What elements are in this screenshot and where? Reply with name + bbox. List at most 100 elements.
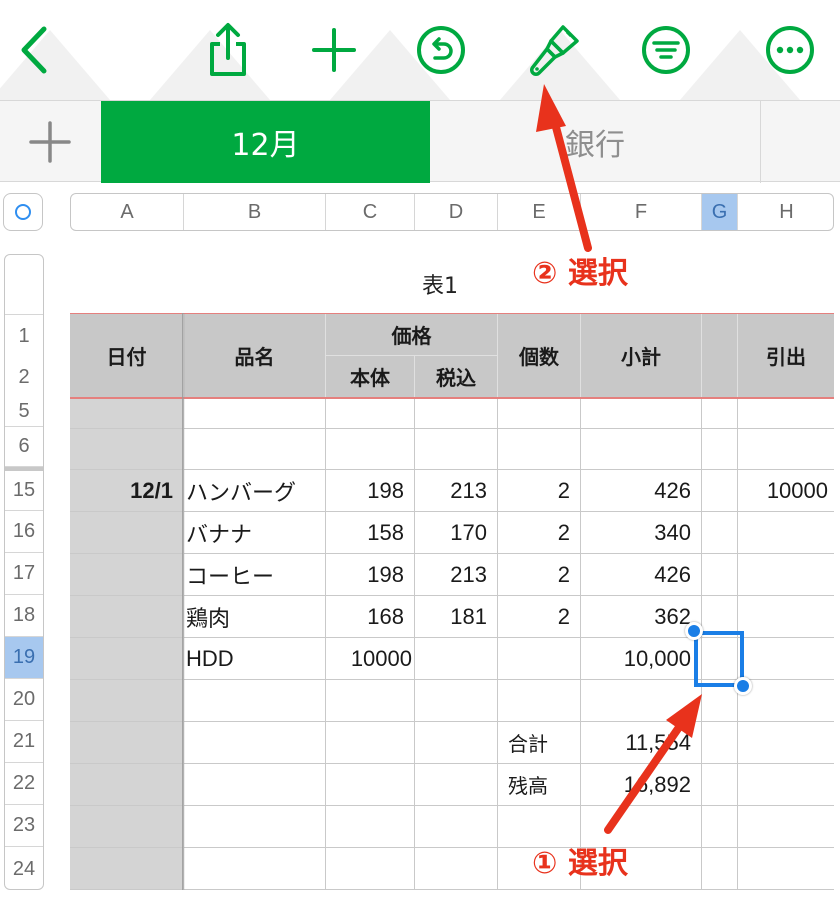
table-cell[interactable] (738, 429, 834, 470)
header-withdraw[interactable]: 引出 (738, 314, 834, 398)
table-cell[interactable] (326, 806, 415, 848)
cell-item[interactable]: バナナ (184, 512, 326, 554)
cell-date[interactable] (70, 638, 184, 680)
table-cell[interactable] (415, 806, 498, 848)
header-base[interactable]: 本体 (326, 356, 415, 398)
cell-qty[interactable]: 2 (498, 470, 581, 512)
table-cell[interactable] (326, 399, 415, 429)
cell-date[interactable] (70, 554, 184, 596)
table-cell[interactable] (415, 722, 498, 764)
column-header-c[interactable]: C (326, 194, 415, 230)
table-cell[interactable] (184, 722, 326, 764)
table-cell[interactable] (498, 680, 581, 722)
table-cell[interactable] (702, 806, 738, 848)
table-cell[interactable] (70, 764, 184, 806)
cell-taxin[interactable]: 181 (415, 596, 498, 638)
table-cell[interactable] (415, 680, 498, 722)
row-header-20[interactable]: 20 (5, 679, 43, 721)
table-cell[interactable] (326, 680, 415, 722)
table-cell[interactable] (70, 848, 184, 890)
cell-withdraw[interactable] (738, 554, 834, 596)
cell-balance-label[interactable]: 残高 (498, 764, 581, 806)
table-cell[interactable] (738, 764, 834, 806)
header-qty[interactable]: 個数 (498, 314, 581, 398)
cell-item[interactable]: HDD (184, 638, 326, 680)
tab-銀行[interactable]: 銀行 (430, 101, 760, 183)
cell-subtotal[interactable]: 10,000 (581, 638, 702, 680)
share-button[interactable] (200, 22, 256, 78)
table-cell[interactable] (184, 764, 326, 806)
row-header-21[interactable]: 21 (5, 721, 43, 763)
undo-button[interactable] (413, 22, 469, 78)
cell-base[interactable]: 198 (326, 470, 415, 512)
cell-taxin[interactable]: 213 (415, 554, 498, 596)
cell-total-value[interactable]: 11,554 (581, 722, 702, 764)
column-header-f[interactable]: F (581, 194, 702, 230)
table-cell[interactable] (702, 429, 738, 470)
cell-withdraw[interactable] (738, 596, 834, 638)
row-header-6[interactable]: 6 (5, 427, 43, 467)
table-cell[interactable] (326, 722, 415, 764)
table-cell[interactable] (70, 399, 184, 429)
table-cell[interactable] (702, 470, 738, 512)
cell-base[interactable]: 198 (326, 554, 415, 596)
row-header-2[interactable]: 2 (5, 357, 43, 397)
table-cell[interactable] (702, 764, 738, 806)
cell-taxin[interactable] (415, 638, 498, 680)
column-header-e[interactable]: E (498, 194, 581, 230)
more-button[interactable] (762, 22, 818, 78)
cell-taxin[interactable]: 170 (415, 512, 498, 554)
table-cell[interactable] (581, 429, 702, 470)
cell-qty[interactable]: 2 (498, 512, 581, 554)
cell-qty[interactable] (498, 638, 581, 680)
row-header-23[interactable]: 23 (5, 805, 43, 847)
row-header-1[interactable]: 1 (5, 315, 43, 357)
header-date[interactable]: 日付 (70, 314, 184, 398)
cell-item[interactable]: 鶏肉 (184, 596, 326, 638)
table-cell[interactable] (184, 806, 326, 848)
cell-base[interactable]: 10000 (326, 638, 415, 680)
table-cell[interactable] (326, 429, 415, 470)
header-price[interactable]: 価格 (326, 314, 498, 356)
column-header-a[interactable]: A (71, 194, 184, 230)
table-cell[interactable] (70, 680, 184, 722)
cell-qty[interactable]: 2 (498, 554, 581, 596)
table-cell[interactable] (581, 399, 702, 429)
header-item[interactable]: 品名 (184, 314, 326, 398)
row-header-15[interactable]: 15 (5, 471, 43, 511)
row-header-5[interactable]: 5 (5, 397, 43, 427)
sort-filter-button[interactable] (638, 22, 694, 78)
column-header-h[interactable]: H (738, 194, 833, 230)
cell-date[interactable] (70, 512, 184, 554)
selection-handle-bottom-right[interactable] (734, 677, 752, 695)
cell-balance-value[interactable]: 16,892 (581, 764, 702, 806)
cell-item[interactable]: コーヒー (184, 554, 326, 596)
header-taxin[interactable]: 税込 (415, 356, 498, 398)
table-cell[interactable] (498, 399, 581, 429)
cell-item[interactable]: ハンバーグ (184, 470, 326, 512)
table-cell[interactable] (415, 848, 498, 890)
cell-total-label[interactable]: 合計 (498, 722, 581, 764)
row-header-24[interactable]: 24 (5, 847, 43, 889)
header-g-blank[interactable] (702, 314, 738, 398)
table-cell[interactable] (738, 722, 834, 764)
format-button[interactable] (526, 22, 582, 78)
add-sheet-button[interactable] (0, 101, 100, 183)
cell-subtotal[interactable]: 426 (581, 554, 702, 596)
table-cell[interactable] (702, 512, 738, 554)
table-cell[interactable] (702, 554, 738, 596)
table-cell[interactable] (702, 399, 738, 429)
cell-taxin[interactable]: 213 (415, 470, 498, 512)
table-cell[interactable] (184, 848, 326, 890)
back-button[interactable] (6, 22, 62, 78)
cell-subtotal[interactable]: 362 (581, 596, 702, 638)
cell-subtotal[interactable]: 426 (581, 470, 702, 512)
table-cell[interactable] (70, 722, 184, 764)
cell-withdraw[interactable] (738, 638, 834, 680)
cell-base[interactable]: 158 (326, 512, 415, 554)
cell-date[interactable] (70, 596, 184, 638)
table-title[interactable]: 表1 (400, 268, 480, 300)
table-cell[interactable] (184, 680, 326, 722)
tab-12月[interactable]: 12月 (101, 101, 430, 183)
table-cell[interactable] (702, 848, 738, 890)
